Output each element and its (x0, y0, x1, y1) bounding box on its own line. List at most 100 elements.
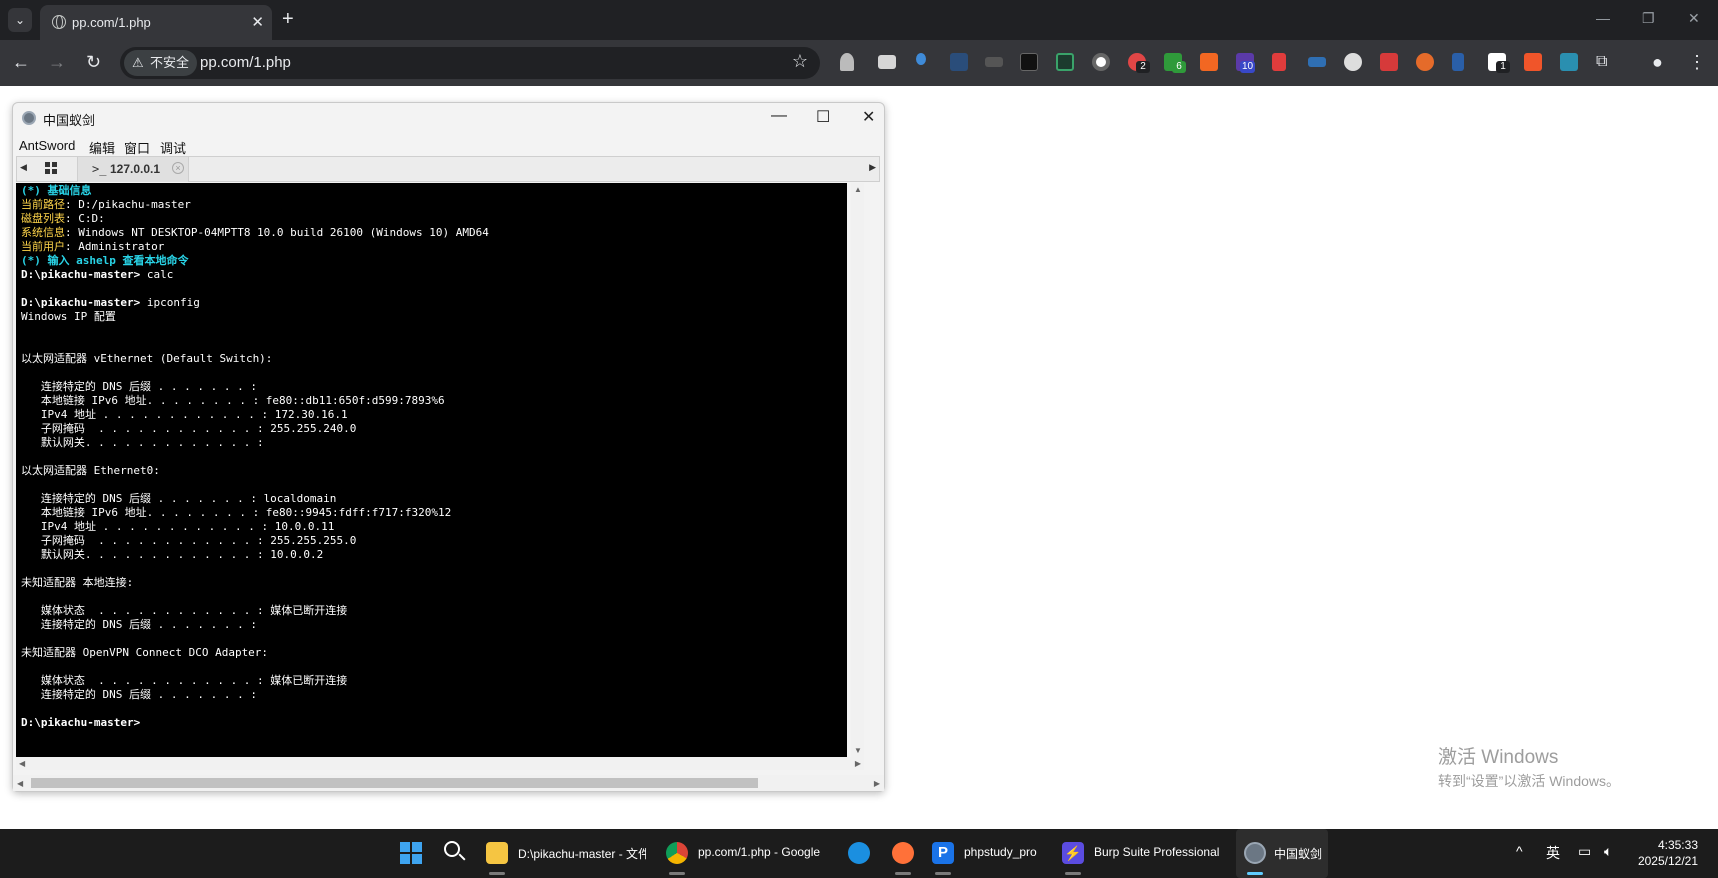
shell-prompt: D:\pikachu-master> (21, 296, 141, 309)
extension-icon[interactable] (1056, 53, 1074, 71)
scrollbar-thumb[interactable] (31, 778, 758, 788)
extension-icon[interactable] (1308, 57, 1326, 67)
info-value: Administrator (78, 240, 165, 253)
antsword-window: 中国蚁剑 — ☐ ✕ AntSword 编辑 窗口 调试 ◀ >_ 127.0.… (12, 102, 885, 792)
phpstudy-icon: P (932, 842, 954, 864)
extension-icon[interactable] (950, 53, 968, 71)
shell-prompt: D:\pikachu-master> (21, 716, 141, 729)
taskbar-phpstudy[interactable]: P phpstudy_pro (928, 829, 1050, 878)
security-chip[interactable]: ⚠ 不安全 (124, 50, 198, 76)
extension-icon[interactable] (1524, 53, 1542, 71)
tab-close-icon[interactable]: ✕ (251, 13, 264, 31)
extensions-puzzle-icon[interactable]: ⧉ (1596, 52, 1607, 72)
running-indicator (489, 872, 505, 875)
running-indicator (1065, 872, 1081, 875)
grid-home-icon[interactable] (45, 162, 58, 175)
minimize-icon[interactable]: — (771, 107, 787, 125)
shell-prompt: D:\pikachu-master> (21, 268, 141, 281)
taskbar-antsword[interactable]: 中国蚁剑 (1236, 829, 1328, 878)
restore-icon[interactable]: ❐ (1642, 10, 1655, 27)
extension-icon[interactable] (1416, 53, 1434, 71)
scroll-left-icon[interactable]: ◀ (20, 162, 27, 173)
extension-icon[interactable] (1200, 53, 1218, 71)
address-bar[interactable]: ⚠ 不安全 pp.com/1.php ☆ (120, 47, 820, 79)
info-key: 系统信息 (21, 226, 65, 239)
info-key: 磁盘列表 (21, 212, 65, 225)
network-icon[interactable]: ▭ (1578, 843, 1591, 860)
terminal-output[interactable]: (*) 基础信息 当前路径: D:/pikachu-master 磁盘列表: C… (16, 183, 847, 757)
forward-arrow-icon[interactable]: → (48, 52, 66, 72)
scroll-right-icon[interactable]: ▶ (855, 759, 861, 768)
scroll-right-icon[interactable]: ▶ (874, 779, 880, 788)
antsword-logo-icon (22, 111, 36, 125)
menu-debug[interactable]: 调试 (160, 138, 186, 157)
taskbar-explorer[interactable]: D:\pikachu-master - 文件 (482, 829, 650, 878)
extension-icon[interactable] (1272, 53, 1286, 71)
extension-badge: 2 (1136, 61, 1150, 73)
taskbar-chrome[interactable]: pp.com/1.php - Google (660, 829, 830, 878)
extension-icon[interactable] (1020, 53, 1038, 71)
maximize-icon[interactable]: ☐ (816, 107, 830, 127)
profile-avatar-icon[interactable]: ● (1652, 52, 1663, 72)
browser-tab[interactable]: pp.com/1.php ✕ (40, 5, 272, 40)
command: calc (146, 268, 174, 281)
extension-icon[interactable] (916, 53, 926, 65)
terminal-prompt-icon: >_ (92, 162, 107, 176)
show-hidden-icons-chevron[interactable]: ^ (1516, 843, 1523, 859)
antsword-icon (1244, 842, 1266, 864)
menu-window[interactable]: 窗口 (124, 138, 150, 157)
extension-badge: 1 (1496, 61, 1510, 73)
extension-icon[interactable] (878, 55, 896, 69)
extension-icon[interactable] (1452, 53, 1464, 71)
scroll-down-icon[interactable]: ▼ (854, 746, 862, 755)
close-window-icon[interactable]: ✕ (1688, 10, 1700, 27)
ime-indicator[interactable]: 英 (1546, 843, 1560, 863)
window-horizontal-scrollbar[interactable]: ◀ ▶ (13, 775, 884, 791)
taskbar-app[interactable] (844, 829, 874, 878)
folder-icon (486, 842, 508, 864)
tab-close-icon[interactable]: × (172, 162, 184, 174)
start-button[interactable] (394, 829, 430, 878)
terminal-horizontal-scrollbar[interactable]: ◀ ▶ (16, 757, 864, 770)
new-tab-button[interactable]: + (282, 8, 294, 30)
extension-icon[interactable] (1344, 53, 1362, 71)
system-clock[interactable]: 4:35:33 2025/12/21 (1638, 837, 1698, 869)
info-header: (*) 基础信息 (21, 184, 92, 197)
compass-icon (848, 842, 870, 864)
volume-icon[interactable]: 🔈︎ (1604, 843, 1612, 860)
tab-search-button[interactable]: ⌄ (8, 8, 32, 32)
reload-icon[interactable]: ↻ (86, 52, 101, 72)
menu-antsword[interactable]: AntSword (19, 138, 75, 153)
search-icon[interactable] (440, 829, 470, 878)
extension-icon[interactable] (1560, 53, 1578, 71)
url-text[interactable]: pp.com/1.php (200, 54, 291, 71)
scroll-left-icon[interactable]: ◀ (17, 779, 23, 788)
browser-menu-icon[interactable]: ⋮ (1688, 52, 1706, 72)
menu-edit[interactable]: 编辑 (89, 138, 115, 157)
active-indicator (1247, 872, 1263, 875)
bookmark-star-icon[interactable]: ☆ (792, 51, 808, 72)
running-indicator (895, 872, 911, 875)
back-arrow-icon[interactable]: ← (12, 52, 30, 72)
minimize-icon[interactable]: — (1596, 10, 1610, 26)
extension-icon[interactable] (1092, 53, 1110, 71)
scroll-right-icon[interactable]: ▶ (869, 162, 876, 173)
clock-time: 4:35:33 (1657, 838, 1698, 852)
scroll-left-icon[interactable]: ◀ (19, 759, 25, 768)
warning-icon: ⚠ (132, 55, 144, 70)
extension-icon[interactable] (840, 53, 854, 71)
tab-label: 127.0.0.1 (110, 162, 161, 176)
tab-terminal[interactable]: >_ 127.0.0.1 × (77, 157, 189, 182)
taskbar-burp[interactable]: ⚡ Burp Suite Professional (1058, 829, 1228, 878)
menu-bar: AntSword 编辑 窗口 调试 (13, 133, 884, 157)
scroll-up-icon[interactable]: ▲ (854, 185, 862, 194)
burp-icon: ⚡ (1062, 842, 1084, 864)
extension-icon[interactable] (985, 57, 1003, 67)
tab-title: pp.com/1.php (72, 15, 151, 30)
extension-icon[interactable] (1380, 53, 1398, 71)
taskbar-firefox[interactable] (888, 829, 918, 878)
window-titlebar[interactable]: 中国蚁剑 — ☐ ✕ (13, 103, 884, 133)
browser-tab-bar: ⌄ pp.com/1.php ✕ + — ❐ ✕ (0, 0, 1718, 40)
terminal-vertical-scrollbar[interactable]: ▲ ▼ (851, 183, 864, 757)
close-window-icon[interactable]: ✕ (862, 107, 875, 127)
